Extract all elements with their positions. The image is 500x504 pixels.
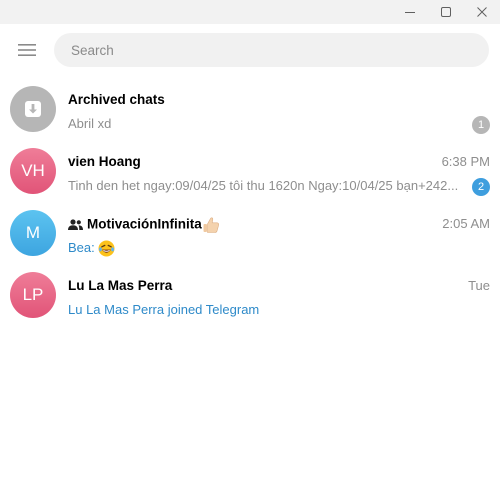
group-icon xyxy=(68,218,83,230)
search-input[interactable] xyxy=(54,33,489,67)
maximize-button[interactable] xyxy=(428,0,464,24)
chat-name: Archived chats xyxy=(68,92,165,107)
chat-name: vien Hoang xyxy=(68,154,141,169)
minimize-button[interactable] xyxy=(392,0,428,24)
main-menu-button[interactable] xyxy=(9,34,45,66)
chat-name-row: MotivaciónInfinita xyxy=(68,216,220,234)
avatar-initials: LP xyxy=(22,285,44,304)
chat-time: 6:38 PM xyxy=(441,154,490,169)
search-box[interactable] xyxy=(54,33,489,67)
close-button[interactable] xyxy=(464,0,500,24)
chat-item-archived[interactable]: Archived chats Abril xd 1 xyxy=(0,78,500,140)
minimize-icon xyxy=(405,12,415,13)
chat-preview: Lu La Mas Perra joined Telegram xyxy=(68,302,260,317)
unread-badge: 2 xyxy=(472,178,490,196)
chat-item-vien-hoang[interactable]: VH vien Hoang 6:38 PM Tinh den het ngay:… xyxy=(0,140,500,202)
chat-preview: Bea: xyxy=(68,240,462,257)
title-bar xyxy=(0,0,500,24)
avatar-initials: M xyxy=(25,223,41,242)
unread-badge: 1 xyxy=(472,116,490,134)
chat-time: 2:05 AM xyxy=(442,216,490,231)
preview-sender: Bea: xyxy=(68,240,95,255)
close-icon xyxy=(477,7,487,17)
chat-preview: Abril xd xyxy=(68,116,112,131)
avatar-initials: VH xyxy=(21,161,45,180)
avatar: M xyxy=(10,210,56,256)
thumbs-up-emoji xyxy=(203,217,219,233)
maximize-icon xyxy=(441,7,451,17)
chat-item-motivacion-infinita[interactable]: M MotivaciónInfinita 2:05 AM Bea: xyxy=(0,202,500,264)
laughing-emoji xyxy=(98,240,115,257)
chat-item-lu-la-mas-perra[interactable]: LP Lu La Mas Perra Tue Lu La Mas Perra j… xyxy=(0,264,500,326)
avatar: VH xyxy=(10,148,56,194)
avatar: LP xyxy=(10,272,56,318)
chat-name: MotivaciónInfinita xyxy=(87,216,202,232)
archive-icon xyxy=(25,101,41,117)
chat-time: Tue xyxy=(468,278,490,293)
archive-avatar xyxy=(10,86,56,132)
hamburger-menu-icon xyxy=(18,44,36,56)
chat-name: Lu La Mas Perra xyxy=(68,278,173,293)
chat-preview: Tinh den het ngay:09/04/25 tôi thu 1620n… xyxy=(68,178,459,193)
